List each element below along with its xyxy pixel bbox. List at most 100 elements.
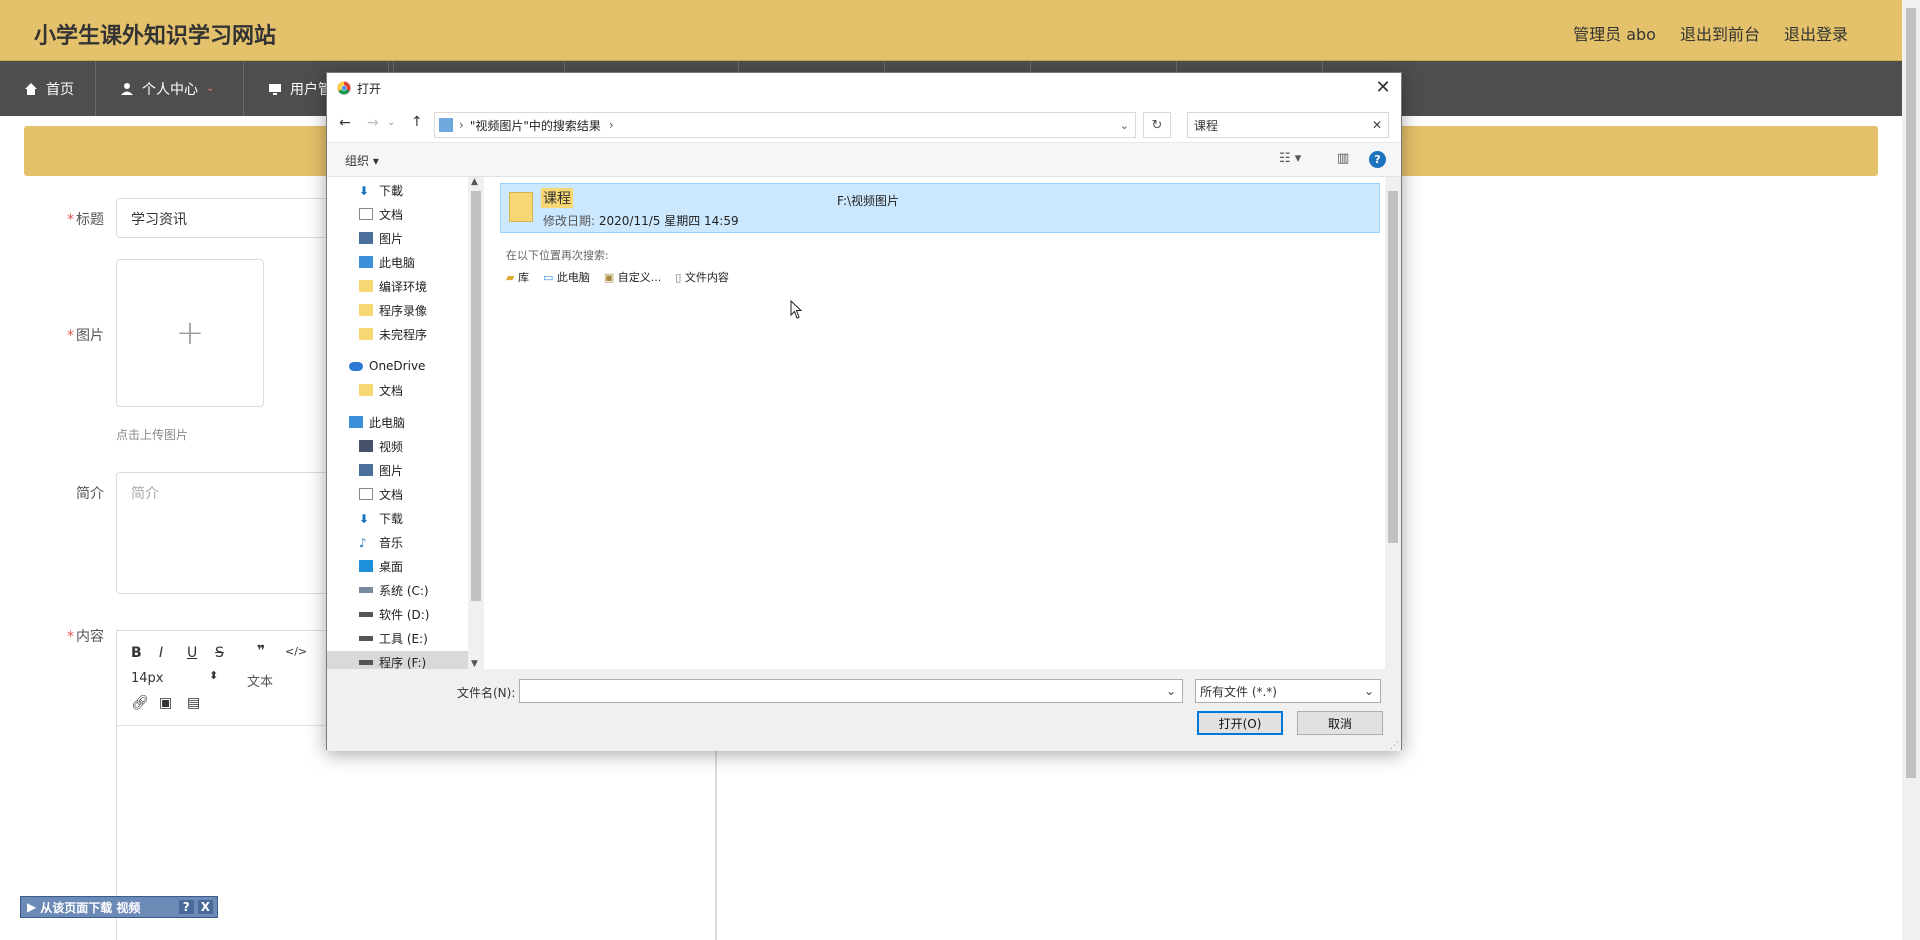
nav-item-home-label: 首页 [46,81,74,98]
cloud-icon [349,361,363,371]
nav-onedrive-documents[interactable]: 文档 [359,379,468,401]
search-again-library[interactable]: ▰ 库 [506,269,529,285]
image-icon[interactable]: ▣ [159,695,172,711]
filetype-dropdown-icon[interactable]: ⌄ [1364,684,1374,698]
filetype-select[interactable]: 所有文件 (*.*) ⌄ [1195,679,1381,703]
logout-link[interactable]: 退出登录 [1784,21,1848,45]
search-results-icon [439,118,453,132]
nav-pc-videos[interactable]: 视频 [359,435,468,457]
bold-icon[interactable]: B [131,645,142,661]
nav-quick-folder[interactable]: 编译环境 [359,275,468,297]
image-upload-button[interactable]: + [116,259,264,407]
search-again-options: ▰ 库 ▭ 此电脑 ▣ 自定义... ▯ 文件内容 [506,269,729,285]
search-again-file-content[interactable]: ▯ 文件内容 [675,269,729,285]
strikethrough-icon[interactable]: S [215,645,224,661]
drive-icon [359,635,373,641]
forward-arrow-icon[interactable]: → [367,115,379,131]
content-label: * 内容 [67,629,104,645]
nav-quick-this-pc[interactable]: 此电脑📌︎ [359,251,468,273]
video-download-bar[interactable]: ▶ 从该页面下载 视频 ? X [20,896,218,918]
page: 小学生课外知识学习网站 管理员 abo 退出到前台 退出登录 首页 个人中心 ⌄… [0,0,1920,940]
desktop-icon [359,560,373,572]
dialog-close-icon[interactable]: ✕ [1373,77,1393,98]
nav-item-personal-center[interactable]: 个人中心 ⌄ [96,61,244,116]
home-icon [25,82,37,95]
search-result-item[interactable]: 课程 修改日期: 2020/11/5 星期四 14:59 F:\视频图片 [500,183,1380,233]
help-icon[interactable]: ? [1369,151,1386,168]
recent-dropdown-icon[interactable]: ⌄ [387,117,395,128]
cancel-button[interactable]: 取消 [1297,711,1383,735]
organize-button[interactable]: 组织 ▾ [345,152,379,169]
resize-grip-icon[interactable]: ⋰ [1390,741,1399,751]
plus-icon: + [175,313,205,353]
file-list-scrollbar[interactable] [1385,177,1401,669]
navigation-pane-scrollbar[interactable]: ▲ ▼ [468,177,484,669]
dialog-titlebar: 打开 ✕ [327,73,1401,103]
underline-icon[interactable]: U [187,645,197,661]
address-dropdown-icon[interactable]: ⌄ [1120,119,1129,132]
nav-pc-documents[interactable]: 文档 [359,483,468,505]
nav-quick-documents[interactable]: 文档📌︎ [359,203,468,225]
address-bar[interactable]: › "视频图片"中的搜索结果 › ⌄ [434,112,1136,138]
search-again-this-pc[interactable]: ▭ 此电脑 [543,269,590,285]
navigation-pane-scroll-thumb[interactable] [471,191,481,601]
search-again-label: 在以下位置再次搜索: [506,249,609,262]
font-size-arrow-icon[interactable]: ⬍ [209,669,218,682]
nav-onedrive[interactable]: OneDrive [349,355,468,377]
filename-input[interactable]: ⌄ [519,679,1183,703]
video-icon[interactable]: ▤ [187,695,200,711]
nav-this-pc[interactable]: 此电脑 [349,411,468,433]
download-video-label: 从该页面下载 视频 [40,900,141,915]
close-icon[interactable]: X [197,900,213,914]
preview-pane-icon[interactable]: ▥ [1337,151,1349,166]
nav-pc-drive-e[interactable]: 工具 (E:) [359,627,468,649]
nav-pc-music[interactable]: ♪ 音乐 [359,531,468,553]
italic-icon[interactable]: I [159,645,163,661]
nav-pc-drive-c[interactable]: 系统 (C:) [359,579,468,601]
site-title: 小学生课外知识学习网站 [34,24,277,49]
text-style-select[interactable]: 文本 [247,671,273,690]
link-icon[interactable]: 🔗︎ [131,695,149,711]
monitor-icon [269,83,281,95]
nav-quick-downloads[interactable]: ⬇下載📌︎ [359,179,468,201]
user-icon [121,82,133,95]
view-options-icon[interactable]: ☷ ▾ [1279,151,1301,166]
scroll-up-icon[interactable]: ▲ [471,177,478,187]
chrome-icon [337,81,351,95]
nav-pc-desktop[interactable]: 桌面 [359,555,468,577]
dialog-search-input[interactable]: 课程 ✕ [1187,112,1389,138]
search-again-custom[interactable]: ▣ 自定义... [604,269,661,285]
file-list-scroll-thumb[interactable] [1388,191,1398,543]
filename-dropdown-icon[interactable]: ⌄ [1166,684,1176,698]
nav-pc-pictures[interactable]: 图片 [359,459,468,481]
title-label: * 标题 [67,212,104,228]
nav-quick-folder[interactable]: 程序录像 [359,299,468,321]
result-modified: 修改日期: 2020/11/5 星期四 14:59 [543,214,739,228]
nav-pc-downloads[interactable]: ⬇ 下载 [359,507,468,529]
font-size-select[interactable]: 14px [131,671,164,686]
nav-pc-drive-d[interactable]: 软件 (D:) [359,603,468,625]
download-icon: ⬇ [359,512,370,526]
nav-quick-pictures[interactable]: 图片📌︎ [359,227,468,249]
nav-pc-drive-f[interactable]: 程序 (F:) [327,651,468,669]
drive-icon [359,587,373,593]
picture-icon [359,464,373,476]
result-location: F:\视频图片 [837,194,900,208]
open-button[interactable]: 打开(O) [1197,711,1283,735]
refresh-icon[interactable]: ↻ [1143,112,1171,138]
up-arrow-icon[interactable]: ↑ [411,114,423,130]
back-to-front-link[interactable]: 退出到前台 [1680,21,1760,45]
picture-icon [359,232,373,244]
clear-search-icon[interactable]: ✕ [1372,118,1382,132]
nav-item-home[interactable]: 首页 [0,61,96,116]
back-arrow-icon[interactable]: ← [339,115,351,131]
nav-quick-folder[interactable]: 未完程序 [359,323,468,345]
scroll-down-icon[interactable]: ▼ [471,659,478,669]
folder-icon [359,328,373,340]
page-scrollbar-thumb[interactable] [1906,8,1916,778]
code-icon[interactable]: </> [285,645,307,658]
nav-item-personal-center-label: 个人中心 [142,81,198,98]
quote-icon[interactable]: ❞ [257,643,265,659]
help-icon[interactable]: ? [178,900,194,914]
breadcrumb-chevron-icon: › [608,118,614,132]
